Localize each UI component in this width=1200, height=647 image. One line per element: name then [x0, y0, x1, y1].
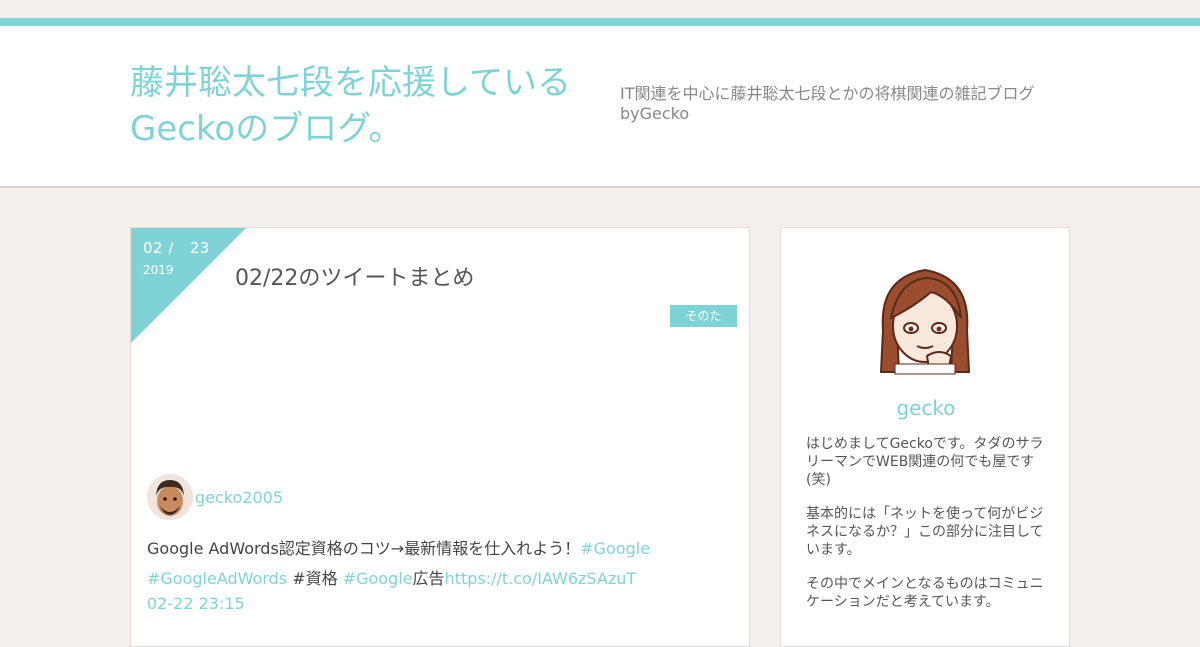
tweet-text-part: Google AdWords認定資格のコツ→最新情報を仕入れよう！ — [147, 539, 581, 558]
profile-name[interactable]: gecko — [781, 396, 1069, 420]
site-title[interactable]: 藤井聡太七段を応援しているGeckoのブログ。 — [130, 60, 600, 152]
site-header: 藤井聡太七段を応援しているGeckoのブログ。 IT関連を中心に藤井聡太七段とか… — [0, 26, 1200, 188]
tweet-text: Google AdWords認定資格のコツ→最新情報を仕入れよう！#Google… — [147, 534, 747, 594]
date-corner: 02 / 23 2019 — [131, 228, 246, 343]
tweet-text-part: #資格 — [287, 569, 343, 588]
user-avatar-icon[interactable] — [147, 474, 193, 520]
category-badge[interactable]: そのた — [670, 305, 737, 327]
profile-sidebar: gecko はじめましてGeckoです。タダのサラリーマンでWEB関連の何でも屋… — [780, 227, 1070, 647]
profile-paragraph: 基本的には「ネットを使って何がビジネスになるか？」この部分に注目しています。 — [806, 506, 1044, 558]
tweet-username[interactable]: gecko2005 — [195, 488, 283, 507]
tweet-timestamp[interactable]: 02-22 23:15 — [147, 594, 245, 613]
profile-bio: はじめましてGeckoです。タダのサラリーマンでWEB関連の何でも屋です(笑) … — [806, 435, 1046, 627]
cartoon-avatar-icon — [865, 260, 985, 380]
site-description: IT関連を中心に藤井聡太七段とかの将棋関連の雑記ブログbyGecko — [620, 84, 1035, 123]
hashtag-link[interactable]: #Google — [343, 569, 413, 588]
profile-paragraph: その中でメインとなるものはコミュニケーションだと考えています。 — [806, 576, 1044, 610]
hashtag-link[interactable]: #GoogleAdWords — [147, 569, 287, 588]
hashtag-link[interactable]: #Google — [580, 539, 650, 558]
profile-paragraph: はじめましてGeckoです。タダのサラリーマンでWEB関連の何でも屋です(笑) — [806, 436, 1044, 488]
post-card: 02 / 23 2019 02/22のツイートまとめ そのた gecko2005… — [130, 227, 750, 647]
top-strip — [0, 0, 1200, 18]
tweet-text-part: 広告 — [412, 569, 445, 588]
tweet-url-link[interactable]: https://t.co/IAW6zSAzuT — [445, 569, 637, 588]
post-title[interactable]: 02/22のツイートまとめ — [235, 260, 474, 292]
post-date: 02 / 23 — [143, 239, 210, 257]
accent-bar — [0, 18, 1200, 26]
post-year: 2019 — [143, 263, 174, 277]
